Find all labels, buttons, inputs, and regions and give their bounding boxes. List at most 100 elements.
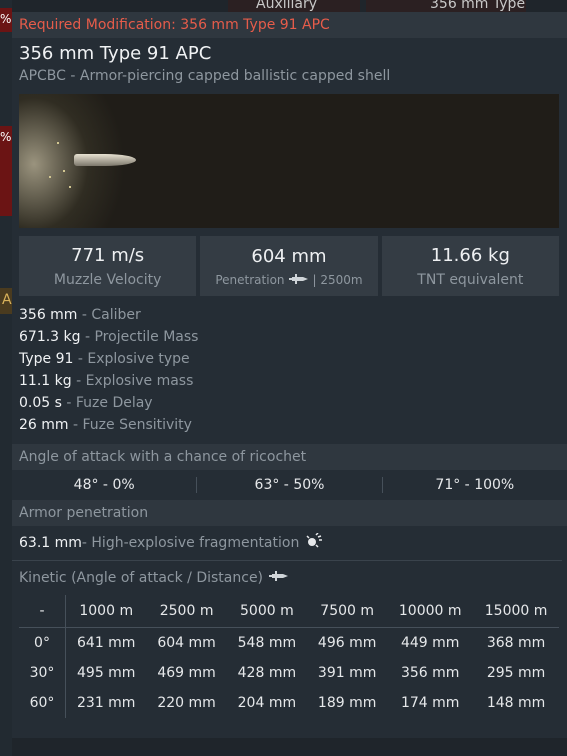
- penetration-stat: 604 mm Penetration | 2500m: [200, 236, 378, 296]
- ricochet-cell: 63° - 50%: [197, 477, 383, 493]
- penetration-cell: 295 mm: [486, 665, 546, 681]
- table-row: 30° 495 mm 469 mm 428 mm 391 mm 356 mm 2…: [19, 658, 559, 688]
- ricochet-row: 48° - 0% 63° - 50% 71° - 100%: [12, 470, 567, 500]
- required-modification-text: Required Modification: 356 mm Type 91 AP…: [19, 17, 330, 33]
- shell-subtitle: APCBC - Armor-piercing capped ballistic …: [19, 68, 391, 84]
- penetration-cell: 391 mm: [317, 665, 377, 681]
- property-label: - Fuze Sensitivity: [68, 417, 192, 433]
- penetration-cell: 495 mm: [77, 665, 136, 681]
- angle-cell: 60°: [19, 688, 66, 718]
- shell-tooltip: Required Modification: 356 mm Type 91 AP…: [12, 12, 567, 738]
- penetration-cell: 204 mm: [237, 695, 297, 711]
- fragmentation-label: - High-explosive fragmentation: [81, 535, 300, 551]
- shell-icon: [269, 570, 289, 586]
- property-value: 671.3 kg: [19, 329, 81, 345]
- penetration-value: 604 mm: [251, 245, 327, 267]
- fragmentation-row: 63.1 mm - High-explosive fragmentation: [12, 526, 562, 561]
- armor-penetration-header: Armor penetration: [12, 500, 567, 526]
- spark: [57, 142, 59, 144]
- penetration-cell: 368 mm: [486, 635, 546, 651]
- penetration-cell: 449 mm: [400, 635, 460, 651]
- property-list: 356 mm - Caliber 671.3 kg - Projectile M…: [12, 296, 567, 436]
- property-label: - Explosive mass: [71, 373, 194, 389]
- penetration-cell: 148 mm: [486, 695, 546, 711]
- tooltip-header: 356 mm Type 91 APC APCBC - Armor-piercin…: [12, 38, 567, 84]
- property-value: 11.1 kg: [19, 373, 72, 389]
- background-top-tile: 356 mm Type: [366, 0, 526, 12]
- penetration-caption: Penetration | 2500m: [215, 273, 362, 288]
- table-row: 60° 231 mm 220 mm 204 mm 189 mm 174 mm 1…: [19, 688, 559, 718]
- penetration-cell: 174 mm: [400, 695, 460, 711]
- property-value: 0.05 s: [19, 395, 62, 411]
- shell-preview-image: [19, 94, 559, 228]
- armor-penetration-title: Armor penetration: [19, 505, 149, 521]
- spark: [63, 170, 65, 172]
- property-projectile-mass: 671.3 kg - Projectile Mass: [19, 326, 560, 348]
- background-top-tile: Auxiliary: [228, 0, 360, 12]
- property-explosive-mass: 11.1 kg - Explosive mass: [19, 370, 560, 392]
- property-value: Type 91: [19, 351, 74, 367]
- penetration-cell: 604 mm: [157, 635, 216, 651]
- table-corner: -: [19, 595, 66, 628]
- property-label: - Caliber: [77, 307, 141, 323]
- penetration-cell: 428 mm: [237, 665, 297, 681]
- property-value: 26 mm: [19, 417, 69, 433]
- distance-header: 5000 m: [226, 595, 308, 628]
- property-label: - Projectile Mass: [80, 329, 199, 345]
- background-panel: [0, 0, 12, 756]
- ricochet-cell: 48° - 0%: [12, 477, 198, 493]
- muzzle-velocity-value: 771 m/s: [71, 245, 145, 266]
- distance-header: 2500 m: [146, 595, 227, 628]
- tnt-label: TNT equivalent: [417, 272, 524, 288]
- kinetic-table: - 1000 m 2500 m 5000 m 7500 m 10000 m 15…: [19, 595, 559, 718]
- kinetic-title: Kinetic (Angle of attack / Distance): [19, 570, 264, 586]
- property-label: - Fuze Delay: [61, 395, 153, 411]
- penetration-distance: | 2500m: [312, 273, 363, 287]
- shell-title: 356 mm Type 91 APC: [19, 43, 212, 64]
- property-fuze-sensitivity: 26 mm - Fuze Sensitivity: [19, 414, 560, 436]
- penetration-cell: 469 mm: [157, 665, 216, 681]
- explosion-icon: [304, 532, 323, 553]
- angle-cell: 30°: [19, 658, 66, 688]
- shell-projectile: [74, 154, 136, 166]
- property-caliber: 356 mm - Caliber: [19, 304, 560, 326]
- penetration-cell: 231 mm: [77, 695, 136, 711]
- tnt-equivalent-stat: 11.66 kg TNT equivalent: [381, 236, 559, 296]
- property-value: 356 mm: [19, 307, 78, 323]
- table-row: 0° 641 mm 604 mm 548 mm 496 mm 449 mm 36…: [19, 627, 559, 658]
- distance-header: 1000 m: [65, 595, 147, 628]
- penetration-cell: 356 mm: [400, 665, 460, 681]
- shell-icon: [288, 273, 309, 288]
- penetration-cell: 548 mm: [237, 635, 297, 651]
- spark: [69, 186, 71, 188]
- angle-cell: 0°: [19, 627, 66, 658]
- background-top-label: 356 mm Type: [430, 0, 526, 12]
- muzzle-velocity-stat: 771 m/s Muzzle Velocity: [19, 236, 197, 296]
- spark: [49, 176, 51, 178]
- fragmentation-value: 63.1 mm: [19, 535, 82, 551]
- penetration-cell: 496 mm: [317, 635, 377, 651]
- distance-header: 10000 m: [387, 595, 474, 628]
- distance-header: 15000 m: [473, 595, 559, 628]
- penetration-cell: 220 mm: [157, 695, 216, 711]
- penetration-cell: 641 mm: [77, 635, 136, 651]
- penetration-label: Penetration: [215, 273, 285, 287]
- required-modification-bar: Required Modification: 356 mm Type 91 AP…: [12, 12, 567, 38]
- ricochet-title: Angle of attack with a chance of ricoche…: [19, 449, 307, 465]
- stats-row: 771 m/s Muzzle Velocity 604 mm Penetrati…: [12, 228, 567, 296]
- property-label: - Explosive type: [73, 351, 190, 367]
- background-letter: A: [2, 292, 12, 308]
- kinetic-header: Kinetic (Angle of attack / Distance): [12, 561, 567, 595]
- table-header-row: - 1000 m 2500 m 5000 m 7500 m 10000 m 15…: [19, 595, 559, 628]
- ricochet-section-header: Angle of attack with a chance of ricoche…: [12, 444, 567, 470]
- muzzle-velocity-label: Muzzle Velocity: [53, 272, 162, 288]
- property-fuze-delay: 0.05 s - Fuze Delay: [19, 392, 560, 414]
- penetration-cell: 189 mm: [317, 695, 377, 711]
- property-explosive-type: Type 91 - Explosive type: [19, 348, 560, 370]
- tnt-value: 11.66 kg: [430, 245, 510, 266]
- background-percent: %: [0, 130, 12, 144]
- background-top-label: Auxiliary: [256, 0, 318, 12]
- ricochet-cell: 71° - 100%: [435, 477, 515, 493]
- background-percent: %: [0, 12, 12, 26]
- distance-header: 7500 m: [307, 595, 388, 628]
